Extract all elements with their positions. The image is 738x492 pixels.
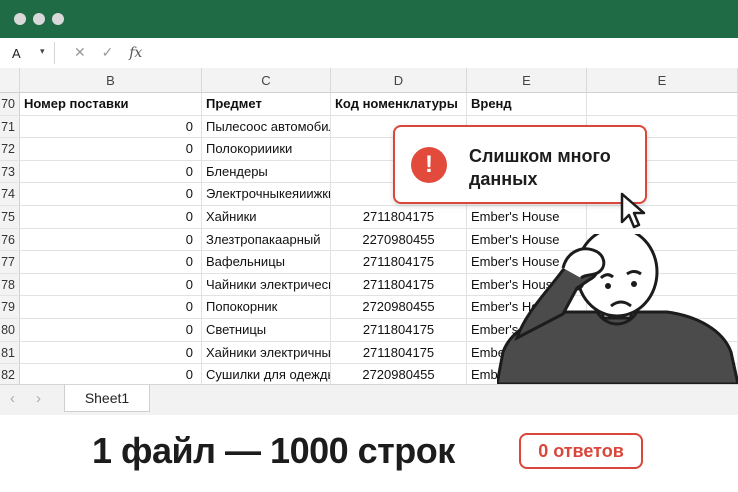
headline: 1 файл — 1000 строк — [92, 430, 455, 471]
cell-supply-number[interactable]: 0 — [20, 319, 202, 342]
header-cell-brand[interactable]: Вренд — [467, 93, 587, 116]
cell-code[interactable]: 2711804175 — [331, 319, 467, 342]
cell-supply-number[interactable]: 0 — [20, 206, 202, 229]
row-number[interactable]: 81 — [0, 341, 20, 365]
answers-badge: 0 ответов — [519, 433, 643, 469]
row-number[interactable]: 73 — [0, 160, 20, 184]
chevron-down-icon[interactable]: ▾ — [40, 46, 45, 57]
row-number[interactable]: 70 — [0, 93, 20, 116]
cell-item[interactable]: Злезтропакаарный — [202, 228, 331, 252]
row-number[interactable]: 79 — [0, 296, 20, 319]
header-cell-code[interactable]: Код номенклатуры — [331, 93, 467, 116]
exclamation-icon: ! — [411, 147, 447, 183]
row-number[interactable]: 78 — [0, 273, 20, 297]
window-dot[interactable] — [14, 13, 26, 25]
row-number[interactable]: 80 — [0, 319, 20, 342]
column-header-c[interactable]: C — [202, 68, 331, 93]
cell-code[interactable]: 2711804175 — [331, 251, 467, 274]
check-icon[interactable]: ✓ — [102, 44, 114, 60]
close-icon[interactable]: ✕ — [74, 44, 86, 60]
cell-code[interactable]: 2720980455 — [331, 296, 467, 319]
cell-supply-number[interactable]: 0 — [20, 138, 202, 161]
row-number[interactable]: 71 — [0, 115, 20, 139]
cell-code[interactable]: 2711804175 — [331, 341, 467, 365]
cell-item[interactable]: Электрочныкеяиижки — [202, 183, 331, 206]
cell-code[interactable]: 2711804175 — [331, 206, 467, 229]
column-header-b[interactable]: B — [20, 68, 202, 93]
window-titlebar — [0, 0, 738, 38]
confused-person-illustration — [497, 234, 738, 384]
mouse-pointer-icon — [620, 192, 646, 229]
cell-supply-number[interactable]: 0 — [20, 273, 202, 297]
row-number[interactable]: 76 — [0, 228, 20, 252]
cell-supply-number[interactable]: 0 — [20, 251, 202, 274]
cell-empty[interactable] — [587, 206, 738, 229]
header-cell-supply[interactable]: Номер поставки — [20, 93, 202, 116]
alert-popup: ! Слишком много данных — [393, 125, 647, 204]
tab-sheet1[interactable]: Sheet1 — [64, 385, 150, 412]
row-number[interactable]: 74 — [0, 183, 20, 206]
cell-item[interactable]: Пылесоос автомобильный — [202, 115, 331, 139]
chevron-right-icon[interactable]: › — [36, 390, 41, 407]
cell-item[interactable]: Блендеры — [202, 160, 331, 184]
cell-code[interactable]: 2270980455 — [331, 228, 467, 252]
cell-item[interactable]: Чайники электрические — [202, 273, 331, 297]
column-header-e2[interactable]: E — [587, 68, 738, 93]
cell-brand[interactable]: Ember's House — [467, 206, 587, 229]
formula-bar: A ▾ ✕ ✓ fx — [0, 38, 738, 69]
cell-supply-number[interactable]: 0 — [20, 183, 202, 206]
header-cell-empty[interactable] — [587, 93, 738, 116]
cell-supply-number[interactable]: 0 — [20, 228, 202, 252]
cell-item[interactable]: Вафельницы — [202, 251, 331, 274]
row-number[interactable]: 77 — [0, 251, 20, 274]
row-number[interactable]: 72 — [0, 138, 20, 161]
table-header-row: 70 Номер поставки Предмет Код номенклату… — [0, 93, 738, 116]
cell-supply-number[interactable]: 0 — [20, 115, 202, 139]
column-header-e[interactable]: E — [467, 68, 587, 93]
select-all-corner[interactable] — [0, 68, 20, 93]
cell-supply-number[interactable]: 0 — [20, 296, 202, 319]
cell-supply-number[interactable]: 0 — [20, 341, 202, 365]
chevron-left-icon[interactable]: ‹ — [10, 390, 15, 407]
window-dot[interactable] — [33, 13, 45, 25]
column-header-d[interactable]: D — [331, 68, 467, 93]
cell-code[interactable]: 2711804175 — [331, 273, 467, 297]
name-box[interactable]: A ▾ — [0, 42, 55, 64]
alert-message: Слишком много данных — [469, 146, 611, 189]
cell-item[interactable]: Хайники электричные — [202, 341, 331, 365]
name-box-value: A — [12, 46, 21, 61]
cell-item[interactable]: Полокорииики — [202, 138, 331, 161]
header-cell-item[interactable]: Предмет — [202, 93, 331, 116]
row-number[interactable]: 75 — [0, 206, 20, 229]
formula-actions: ✕ ✓ fx — [74, 44, 154, 61]
cell-supply-number[interactable]: 0 — [20, 160, 202, 184]
cell-item[interactable]: Светницы — [202, 319, 331, 342]
fx-icon[interactable]: fx — [129, 45, 142, 61]
window-dot[interactable] — [52, 13, 64, 25]
cell-item[interactable]: Попокорник — [202, 296, 331, 319]
sheet-tabs-bar: ‹ › Sheet1 — [0, 384, 738, 415]
cell-item[interactable]: Хайники — [202, 206, 331, 229]
